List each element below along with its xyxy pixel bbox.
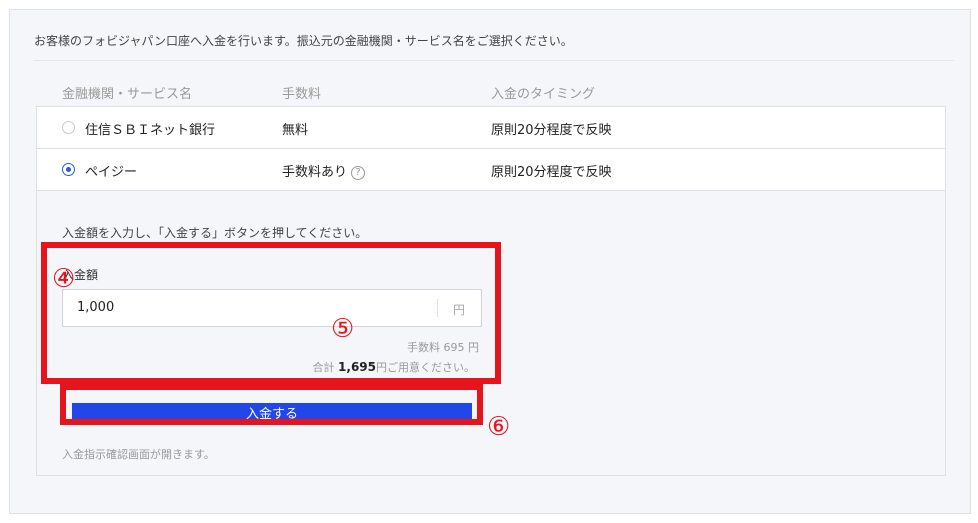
help-icon[interactable]: ? [351, 166, 366, 180]
note-text: 入金指示確認画面が開きます。 [62, 448, 215, 461]
deposit-method-row-payeasy[interactable]: ペイジー 手数料あり? 原則20分程度で反映 [37, 149, 945, 191]
method-timing: 原則20分程度で反映 [491, 165, 612, 180]
column-header-service: 金融機関・サービス名 [62, 87, 193, 102]
deposit-method-row-sbi[interactable]: 住信ＳＢＩネット銀行 無料 原則20分程度で反映 [37, 107, 945, 149]
radio-button-payeasy[interactable] [62, 163, 75, 176]
highlight-box-submit [60, 384, 483, 425]
annotation-number-6: ⑥ [487, 412, 511, 442]
annotation-number-5: ⑤ [331, 314, 355, 344]
deposit-method-list: 住信ＳＢＩネット銀行 無料 原則20分程度で反映 ペイジー 手数料あり? 原則2… [36, 106, 946, 191]
annotation-number-4: ④ [52, 264, 76, 294]
method-timing: 原則20分程度で反映 [491, 123, 612, 138]
intro-text: お客様のフォビジャパン口座へ入金を行います。振込元の金融機関・サービス名をご選択… [34, 34, 573, 48]
column-header-timing: 入金のタイミング [491, 87, 596, 102]
divider [34, 60, 954, 61]
instruction-text: 入金額を入力し、「入金する」ボタンを押してください。 [62, 226, 368, 240]
method-name: ペイジー [85, 165, 138, 180]
method-fee: 無料 [282, 123, 309, 138]
method-fee-cell: 手数料あり? [282, 161, 366, 180]
column-header-fee: 手数料 [282, 87, 322, 102]
method-name: 住信ＳＢＩネット銀行 [85, 123, 216, 138]
highlight-box-amount [41, 242, 501, 384]
radio-button-sbi[interactable] [62, 121, 75, 134]
method-fee: 手数料あり [282, 165, 348, 180]
